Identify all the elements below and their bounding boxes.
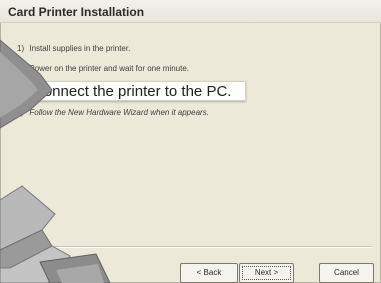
step-2-text: Power on the printer and wait for one mi… xyxy=(29,64,190,73)
step-4-number: 4) xyxy=(17,108,25,117)
step-4-text: Follow the New Hardware Wizard when it a… xyxy=(29,108,209,117)
window-title: Card Printer Installation xyxy=(8,5,145,19)
cancel-button[interactable]: Cancel xyxy=(319,263,374,283)
step-1: 1) Install supplies in the printer. xyxy=(17,44,130,53)
separator-line xyxy=(9,246,372,248)
step-3-highlight: 3) Connect the printer to the PC. xyxy=(14,81,246,101)
wizard-content: 1) Install supplies in the printer. 2) P… xyxy=(0,22,381,283)
step-2: 2) Power on the printer and wait for one… xyxy=(17,64,189,73)
step-4: 4) Follow the New Hardware Wizard when i… xyxy=(17,108,209,117)
step-2-number: 2) xyxy=(17,64,25,73)
step-3-number: 3) xyxy=(17,86,25,95)
next-button[interactable]: Next > xyxy=(239,263,294,283)
step-1-text: Install supplies in the printer. xyxy=(29,44,131,53)
installer-window: Card Printer Installation 1) Install sup… xyxy=(0,0,381,283)
step-3-text: Connect the printer to the PC. xyxy=(33,83,232,100)
title-bar: Card Printer Installation xyxy=(0,0,381,23)
back-button[interactable]: < Back xyxy=(180,263,238,283)
step-1-number: 1) xyxy=(17,44,25,53)
version-label: Version: xyxy=(13,232,42,241)
